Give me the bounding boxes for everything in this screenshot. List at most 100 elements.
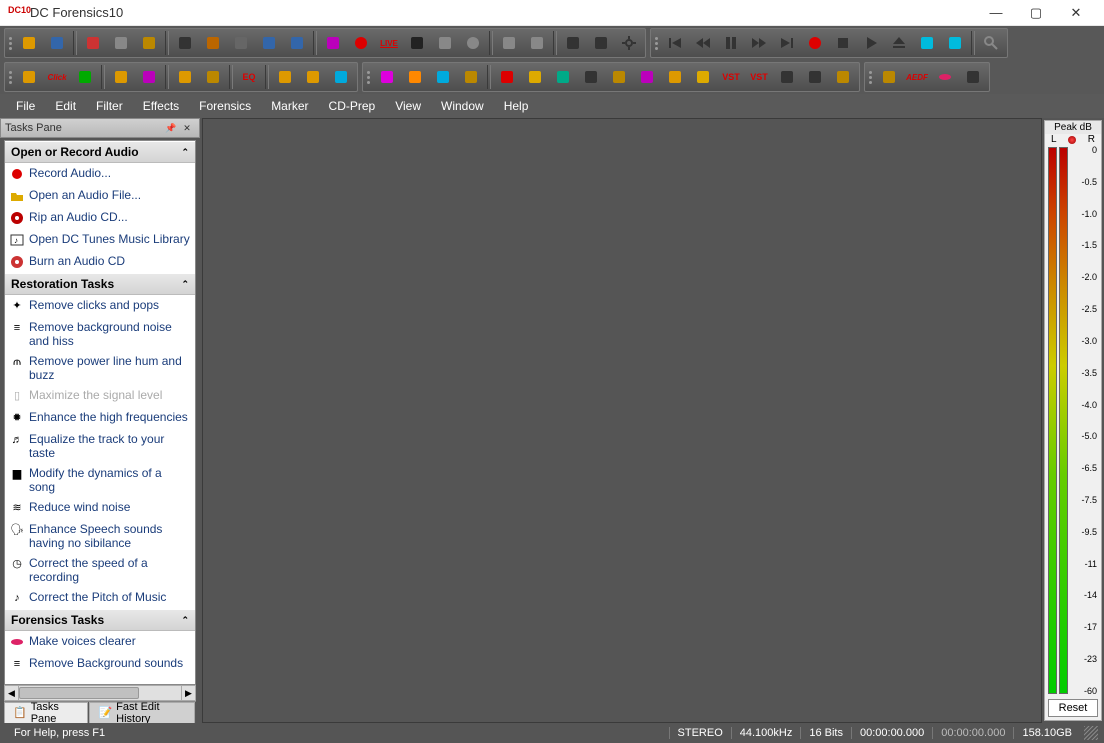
tb-target-icon[interactable] [578, 65, 604, 89]
menu-effects[interactable]: Effects [133, 95, 189, 117]
menu-view[interactable]: View [385, 95, 431, 117]
section-header[interactable]: Restoration Tasks⌃ [5, 273, 195, 295]
task-item[interactable]: 🗣Enhance Speech sounds having no sibilan… [5, 519, 195, 553]
menu-marker[interactable]: Marker [261, 95, 318, 117]
tb-fwd-icon[interactable] [746, 31, 772, 55]
tb-open-icon[interactable] [16, 31, 42, 55]
tb-cols2-icon[interactable] [588, 31, 614, 55]
tb-star-icon[interactable] [690, 65, 716, 89]
tb-vst-icon[interactable]: VST [718, 65, 744, 89]
task-item[interactable]: ≋Reduce wind noise [5, 497, 195, 519]
tasks-hscroll[interactable]: ◀ ▶ [4, 685, 196, 701]
tb-open2-icon[interactable] [16, 65, 42, 89]
tb-paste-icon[interactable] [136, 31, 162, 55]
menu-filter[interactable]: Filter [86, 95, 133, 117]
tb-pause-icon[interactable] [718, 31, 744, 55]
scroll-right-icon[interactable]: ▶ [181, 686, 195, 700]
tb-export-icon[interactable] [172, 65, 198, 89]
task-item[interactable]: ♪Correct the Pitch of Music [5, 587, 195, 609]
tb-atom-icon[interactable] [458, 65, 484, 89]
menu-help[interactable]: Help [494, 95, 539, 117]
task-item[interactable]: Open an Audio File... [5, 185, 195, 207]
tb-record2-icon[interactable] [460, 31, 486, 55]
menu-edit[interactable]: Edit [45, 95, 86, 117]
tb-mute-icon[interactable] [228, 31, 254, 55]
tb-save-icon[interactable] [44, 31, 70, 55]
task-item[interactable]: ≡Remove Background sounds [5, 653, 195, 675]
tb-lips-icon[interactable] [932, 65, 958, 89]
tb-gear-icon[interactable] [616, 31, 642, 55]
tb-eq-icon[interactable]: EQ [236, 65, 262, 89]
tb-swatch-icon[interactable] [634, 65, 660, 89]
tb-swirl-icon[interactable] [404, 31, 430, 55]
tb-swap-icon[interactable] [774, 65, 800, 89]
task-item[interactable]: ♬Equalize the track to your taste [5, 429, 195, 463]
scroll-left-icon[interactable]: ◀ [5, 686, 19, 700]
scroll-thumb[interactable] [19, 687, 139, 699]
tb-stop-icon[interactable] [830, 31, 856, 55]
task-item[interactable]: ✦Remove clicks and pops [5, 295, 195, 317]
tb-book-icon[interactable] [200, 65, 226, 89]
tb-bars-icon[interactable] [430, 65, 456, 89]
tb-live-icon[interactable]: LIVE [376, 31, 402, 55]
section-header[interactable]: Forensics Tasks⌃ [5, 609, 195, 631]
tb-hier-icon[interactable] [272, 65, 298, 89]
task-item[interactable]: Rip an Audio CD... [5, 207, 195, 229]
tb-edit-icon[interactable] [200, 31, 226, 55]
tb-declick-icon[interactable] [172, 31, 198, 55]
tb-play-icon[interactable] [858, 31, 884, 55]
pane-tab[interactable]: 📋Tasks Pane [4, 702, 88, 723]
tb-levels-icon[interactable] [432, 31, 458, 55]
resize-grip-icon[interactable] [1084, 726, 1098, 740]
task-item[interactable]: ⫙Remove power line hum and buzz [5, 351, 195, 385]
tb-colors-icon[interactable] [402, 65, 428, 89]
tb-undo-icon[interactable] [256, 31, 282, 55]
tb-spectrum-icon[interactable] [136, 65, 162, 89]
tb-cols-icon[interactable] [560, 31, 586, 55]
tb-waves-icon[interactable] [328, 65, 354, 89]
tb-justice-icon[interactable] [876, 65, 902, 89]
tb-delete-icon[interactable] [80, 31, 106, 55]
menu-file[interactable]: File [6, 95, 45, 117]
reset-button[interactable]: Reset [1048, 699, 1098, 717]
menu-cd-prep[interactable]: CD-Prep [319, 95, 386, 117]
tb-rew-icon[interactable] [690, 31, 716, 55]
tb-redbars-icon[interactable] [494, 65, 520, 89]
menu-window[interactable]: Window [431, 95, 494, 117]
tb-record-icon[interactable] [348, 31, 374, 55]
task-item[interactable]: Make voices clearer [5, 631, 195, 653]
minimize-button[interactable]: — [976, 0, 1016, 26]
task-item[interactable]: ≡Remove background noise and hiss [5, 317, 195, 351]
close-pane-button[interactable]: ✕ [179, 121, 195, 135]
tb-wand-icon[interactable] [606, 65, 632, 89]
pin-button[interactable]: 📌 [163, 121, 179, 135]
tb-vst2-icon[interactable]: VST [746, 65, 772, 89]
tb-cup-icon[interactable] [522, 65, 548, 89]
tb-tree-icon[interactable] [300, 65, 326, 89]
tb-pulse-icon[interactable] [72, 65, 98, 89]
task-item[interactable]: Burn an Audio CD [5, 251, 195, 273]
tb-zoom-icon[interactable] [978, 31, 1004, 55]
task-item[interactable]: ✹Enhance the high frequencies [5, 407, 195, 429]
tb-next-icon[interactable] [774, 31, 800, 55]
tb-scale-icon[interactable] [830, 65, 856, 89]
tb-tools2-icon[interactable] [942, 31, 968, 55]
tb-click-icon[interactable]: Click [44, 65, 70, 89]
close-button[interactable]: ✕ [1056, 0, 1096, 26]
maximize-button[interactable]: ▢ [1016, 0, 1056, 26]
tb-bass-icon[interactable] [802, 65, 828, 89]
task-item[interactable]: ▆Modify the dynamics of a song [5, 463, 195, 497]
tb-tools-icon[interactable] [914, 31, 940, 55]
tb-aeda-icon[interactable]: AEDF [904, 65, 930, 89]
tb-tune-icon[interactable] [320, 31, 346, 55]
tb-grid-icon[interactable] [550, 65, 576, 89]
tb-prev-icon[interactable] [662, 31, 688, 55]
tb-balance-icon[interactable] [662, 65, 688, 89]
menu-forensics[interactable]: Forensics [189, 95, 261, 117]
tb-redo-icon[interactable] [284, 31, 310, 55]
task-item[interactable]: ♪Open DC Tunes Music Library [5, 229, 195, 251]
tb-fade1-icon[interactable] [496, 31, 522, 55]
tb-m1-icon[interactable] [960, 65, 986, 89]
tb-copy-icon[interactable] [108, 31, 134, 55]
tb-display-icon[interactable] [108, 65, 134, 89]
